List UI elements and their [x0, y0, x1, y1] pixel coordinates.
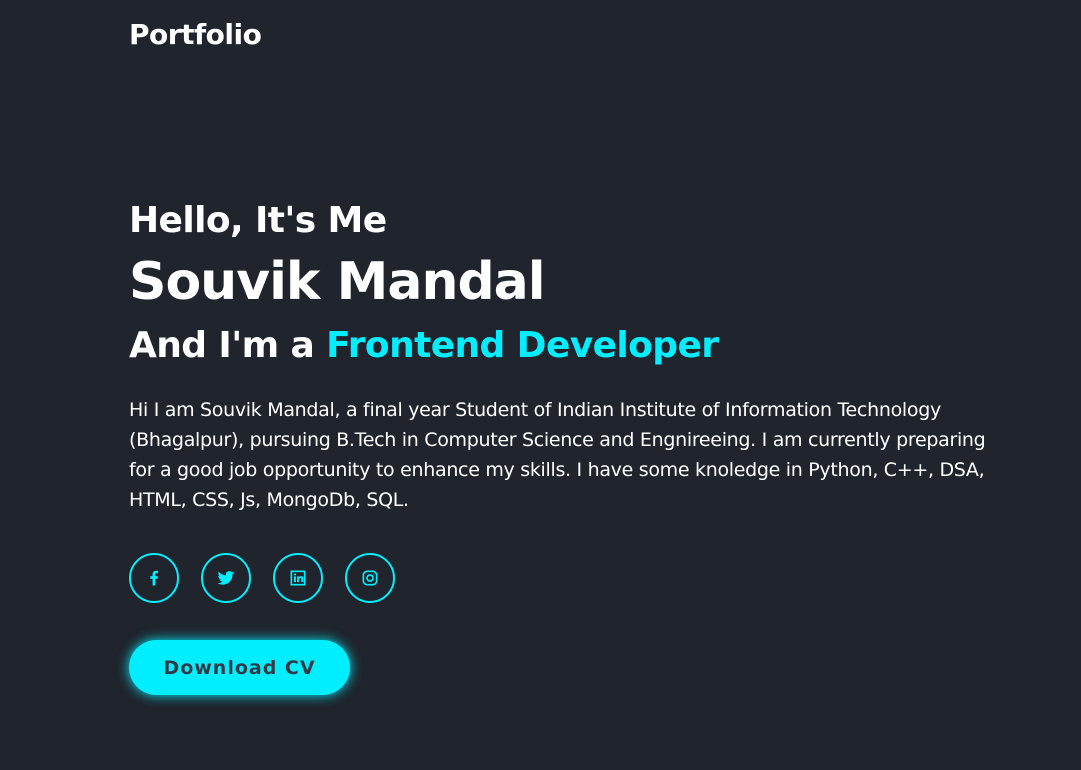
name-heading: Souvik Mandal [129, 252, 546, 312]
logo-link[interactable]: Portfolio [129, 18, 262, 51]
role-text: Frontend Developer [326, 325, 719, 366]
home-section: Hello, It's Me Souvik Mandal And I'm a F… [129, 195, 1009, 695]
facebook-link[interactable] [129, 553, 179, 603]
role-heading: And I'm a Frontend Developer [129, 317, 1009, 375]
bio-paragraph: Hi I am Souvik Mandal, a final year Stud… [129, 399, 986, 511]
instagram-link[interactable] [345, 553, 395, 603]
instagram-icon [360, 568, 380, 588]
social-media-links [129, 553, 1009, 603]
twitter-link[interactable] [201, 553, 251, 603]
role-prefix: And I'm a [129, 325, 327, 366]
facebook-icon [144, 568, 164, 588]
twitter-icon [216, 568, 236, 588]
site-header: Portfolio [129, 14, 262, 56]
linkedin-icon [288, 568, 308, 588]
greeting-heading: Hello, It's Me [129, 200, 387, 241]
download-cv-button[interactable]: Download CV [129, 640, 350, 695]
linkedin-link[interactable] [273, 553, 323, 603]
